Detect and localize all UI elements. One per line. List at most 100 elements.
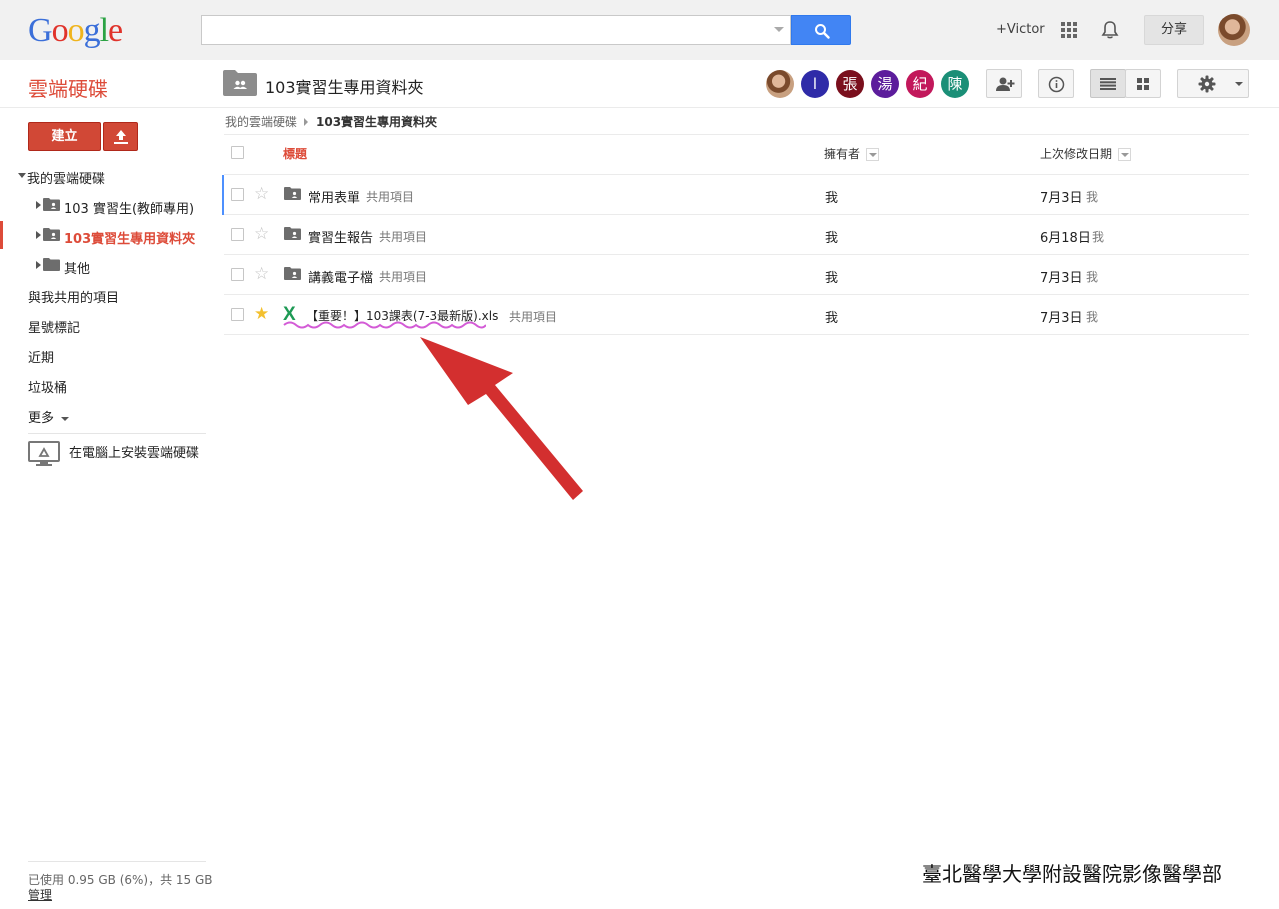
info-icon xyxy=(1048,76,1065,93)
column-title[interactable]: 標題 xyxy=(283,145,307,162)
file-owner: 我 xyxy=(825,271,839,286)
shared-folder-icon xyxy=(223,70,257,96)
breadcrumb-separator-icon xyxy=(304,118,308,126)
shared-tag: 共用項目 xyxy=(379,230,428,244)
shared-tag: 共用項目 xyxy=(509,310,558,324)
breadcrumb-root[interactable]: 我的雲端硬碟 xyxy=(225,113,297,130)
logo-letter: o xyxy=(67,12,85,49)
install-drive-link[interactable]: 在電腦上安裝雲端硬碟 xyxy=(69,442,199,461)
star-icon[interactable]: ☆ xyxy=(254,226,269,243)
file-name[interactable]: 講義電子檔 xyxy=(308,267,373,286)
row-checkbox[interactable] xyxy=(231,268,244,281)
logo-letter: g xyxy=(83,12,101,49)
sidebar-folder-teacher[interactable]: 103 實習生(教師專用) xyxy=(64,198,194,217)
grid-view-button[interactable] xyxy=(1125,69,1161,98)
list-view-icon xyxy=(1100,78,1116,90)
file-owner: 我 xyxy=(825,191,839,206)
shared-tag: 共用項目 xyxy=(366,190,415,204)
search-options-dropdown-icon[interactable] xyxy=(774,27,784,32)
row-checkbox[interactable] xyxy=(231,228,244,241)
sidebar-item-my-drive[interactable]: 我的雲端硬碟 xyxy=(27,168,105,187)
add-person-icon xyxy=(996,77,1015,91)
grid-view-icon xyxy=(1137,78,1149,90)
upload-button[interactable] xyxy=(103,122,138,151)
logo-letter: e xyxy=(108,12,123,49)
sidebar-item-trash[interactable]: 垃圾桶 xyxy=(28,377,67,396)
top-bar: Google +Victor 分享 xyxy=(0,0,1279,60)
sidebar-item-more[interactable]: 更多 xyxy=(28,407,70,426)
file-name[interactable]: 常用表單 xyxy=(308,187,360,206)
row-checkbox[interactable] xyxy=(231,188,244,201)
star-icon[interactable]: ☆ xyxy=(254,186,269,203)
logo-letter: G xyxy=(28,12,53,49)
shared-folder-icon xyxy=(284,187,301,200)
modified-sort-dropdown-icon[interactable] xyxy=(1118,148,1131,161)
collaborator-avatar[interactable]: 陳 xyxy=(941,70,969,98)
sidebar-folder-other[interactable]: 其他 xyxy=(64,258,90,277)
upload-icon xyxy=(114,130,128,144)
collaborator-avatar[interactable]: 湯 xyxy=(871,70,899,98)
file-modified-by: 我 xyxy=(1086,270,1099,284)
shared-tag: 共用項目 xyxy=(379,270,428,284)
folder-title[interactable]: 103實習生專用資料夾 xyxy=(265,74,424,98)
notifications-bell-icon[interactable] xyxy=(1101,20,1119,40)
apps-grid-icon[interactable] xyxy=(1061,22,1077,38)
expand-folder-icon[interactable] xyxy=(36,261,41,269)
column-last-modified[interactable]: 上次修改日期 xyxy=(1040,145,1112,162)
file-modified-date: 7月3日 xyxy=(1040,311,1083,326)
file-modified-by: 我 xyxy=(1092,230,1105,244)
file-modified-by: 我 xyxy=(1086,190,1099,204)
folder-icon xyxy=(43,258,60,271)
add-people-button[interactable] xyxy=(986,69,1022,98)
column-owner[interactable]: 擁有者 xyxy=(824,145,860,162)
sidebar-divider xyxy=(28,433,206,434)
file-owner: 我 xyxy=(825,311,839,326)
sidebar-item-recent[interactable]: 近期 xyxy=(28,347,54,366)
annotation-arrow xyxy=(420,337,583,500)
annotation-underline xyxy=(283,321,486,329)
logo-letter: o xyxy=(51,12,69,49)
star-icon[interactable]: ☆ xyxy=(254,266,269,283)
search-input[interactable] xyxy=(201,15,791,45)
collaborator-avatar[interactable]: 張 xyxy=(836,70,864,98)
collaborator-avatar[interactable]: 紀 xyxy=(906,70,934,98)
row-checkbox[interactable] xyxy=(231,308,244,321)
expand-my-drive-icon[interactable] xyxy=(18,173,26,178)
share-button[interactable]: 分享 xyxy=(1144,15,1204,45)
collaborator-avatar[interactable] xyxy=(766,70,794,98)
active-indicator xyxy=(0,221,3,249)
shared-folder-icon xyxy=(284,227,301,240)
user-profile-link[interactable]: +Victor xyxy=(996,22,1045,37)
storage-usage: 已使用 0.95 GB (6%)，共 15 GB xyxy=(28,873,213,887)
expand-folder-icon[interactable] xyxy=(36,231,41,239)
storage-divider xyxy=(28,861,206,862)
owner-sort-dropdown-icon[interactable] xyxy=(866,148,879,161)
logo-letter: l xyxy=(99,12,110,49)
sidebar-item-shared-with-me[interactable]: 與我共用的項目 xyxy=(28,287,119,306)
chevron-down-icon xyxy=(1235,82,1243,86)
details-button[interactable] xyxy=(1038,69,1074,98)
account-avatar[interactable] xyxy=(1218,14,1250,46)
header-divider xyxy=(0,107,1279,108)
select-all-checkbox[interactable] xyxy=(231,146,244,159)
app-title[interactable]: 雲端硬碟 xyxy=(28,73,108,102)
gear-icon xyxy=(1198,75,1216,93)
list-view-button[interactable] xyxy=(1090,69,1126,98)
search-button[interactable] xyxy=(791,15,851,45)
shared-folder-icon xyxy=(43,228,60,241)
sidebar-item-starred[interactable]: 星號標記 xyxy=(28,317,80,336)
star-icon[interactable]: ★ xyxy=(254,306,269,323)
manage-storage-link[interactable]: 管理 xyxy=(28,886,52,903)
more-label: 更多 xyxy=(28,411,55,426)
file-modified-date: 6月18日 xyxy=(1040,231,1091,246)
expand-folder-icon[interactable] xyxy=(36,201,41,209)
breadcrumb-current: 103實習生專用資料夾 xyxy=(316,115,438,129)
settings-button[interactable] xyxy=(1177,69,1249,98)
shared-folder-icon xyxy=(284,267,301,280)
create-button[interactable]: 建立 xyxy=(28,122,101,151)
google-logo[interactable]: Google xyxy=(28,12,123,49)
file-name[interactable]: 實習生報告 xyxy=(308,227,373,246)
collaborator-avatar[interactable]: l xyxy=(801,70,829,98)
file-owner: 我 xyxy=(825,231,839,246)
sidebar-folder-intern[interactable]: 103實習生專用資料夾 xyxy=(64,228,195,247)
